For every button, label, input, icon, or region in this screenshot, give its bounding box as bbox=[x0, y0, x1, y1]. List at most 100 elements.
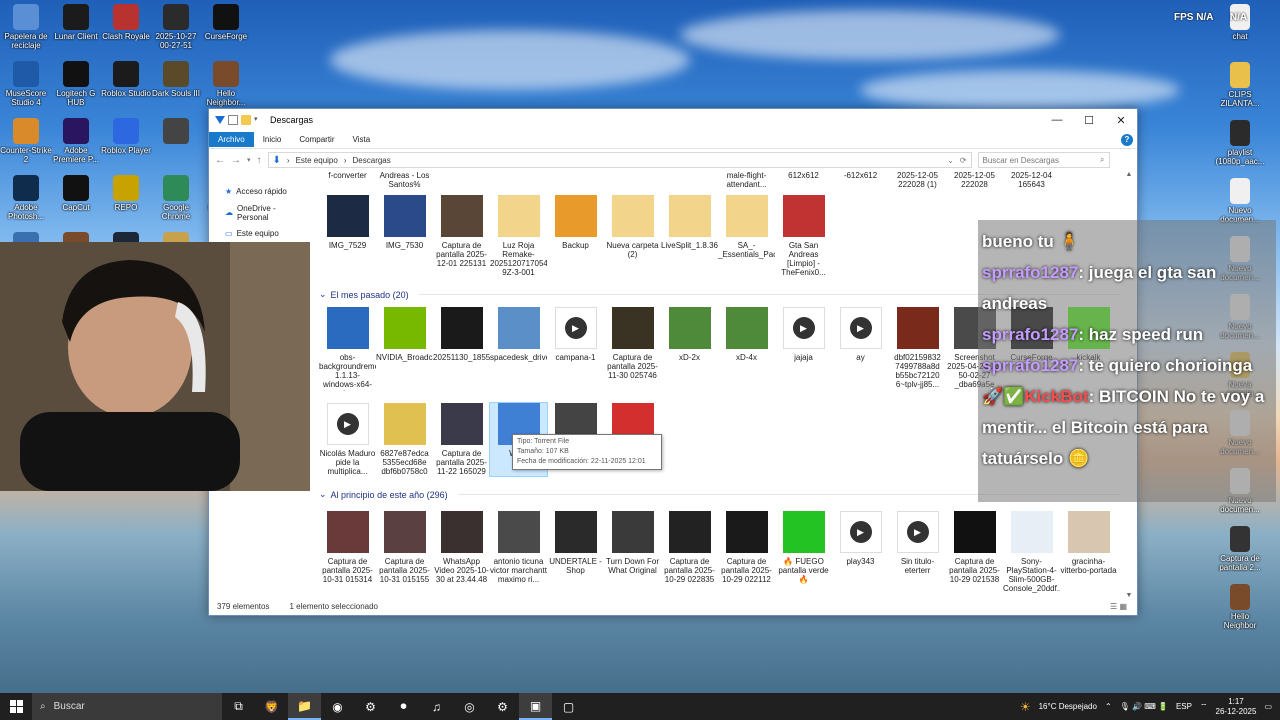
file-item[interactable]: Captura de pantalla 2025-12-01 225131 bbox=[433, 195, 490, 277]
file-item[interactable]: Captura de pantalla 2025-10-31 015155 bbox=[376, 511, 433, 593]
file-item-partial[interactable]: 2025-12-05 222028 (1) bbox=[889, 171, 946, 193]
tab-archivo[interactable]: Archivo bbox=[209, 132, 254, 147]
desktop-icon[interactable]: Dark Souls III bbox=[150, 61, 202, 98]
wifi-icon[interactable]: ⌔ bbox=[1200, 702, 1208, 712]
file-item[interactable]: WhatsApp Video 2025-10-30 at 23.44.48 bbox=[433, 511, 490, 593]
app-faded-icon[interactable]: ▢ bbox=[552, 693, 585, 720]
file-item[interactable]: obs-backgroundremoval-1.1.13-windows-x64… bbox=[319, 307, 376, 391]
view-toggle-icons[interactable]: ☰ ▦ bbox=[1110, 602, 1127, 611]
dropdown-icon[interactable]: ▾ bbox=[254, 115, 262, 125]
file-item[interactable]: Nueva carpeta (2) bbox=[604, 195, 661, 277]
new-folder-icon[interactable] bbox=[241, 115, 251, 125]
refresh-icon[interactable]: ⟳ bbox=[960, 156, 971, 165]
desktop-icon[interactable]: Counter-Strike 2 bbox=[0, 118, 52, 164]
desktop-icon[interactable]: CLIPS ZILANTA... bbox=[1214, 62, 1266, 108]
file-item[interactable]: IMG_7529 bbox=[319, 195, 376, 277]
file-item[interactable]: dbf02159832 7499788a8d b55bc72120 6~tplv… bbox=[889, 307, 946, 391]
desktop-icon[interactable] bbox=[150, 118, 202, 146]
file-item[interactable]: xD-4x bbox=[718, 307, 775, 391]
file-item[interactable]: UNDERTALE - Shop bbox=[547, 511, 604, 593]
file-item-partial[interactable] bbox=[433, 171, 490, 193]
help-icon[interactable]: ? bbox=[1121, 133, 1133, 146]
file-item[interactable]: SA_-_Essentials_Pack bbox=[718, 195, 775, 277]
file-item[interactable]: Captura de pantalla 2025-10-31 015314 bbox=[319, 511, 376, 593]
file-item[interactable]: Sony-PlayStation-4-Slim-500GB-Console_20… bbox=[1003, 511, 1060, 593]
clock[interactable]: 1:17 26-12-2025 bbox=[1216, 697, 1257, 717]
nav-item-acceso-rapido[interactable]: ★ Acceso rápido bbox=[209, 181, 309, 202]
file-item[interactable]: LiveSplit_1.8.36 bbox=[661, 195, 718, 277]
desktop-icon[interactable]: CurseForge bbox=[200, 4, 252, 41]
file-explorer-icon[interactable]: 📁 bbox=[288, 693, 321, 720]
language-indicator[interactable]: ESP bbox=[1176, 702, 1192, 711]
nav-item-este-equipo[interactable]: ▭ Este equipo bbox=[209, 223, 309, 244]
desktop-icon[interactable]: Logitech G HUB bbox=[50, 61, 102, 107]
file-item[interactable]: ▶ Sin titulo-eterterr bbox=[889, 511, 946, 593]
file-item[interactable]: ▶ Nicolás Maduro pide la multiplica... bbox=[319, 403, 376, 476]
file-item-partial[interactable]: 2025-12-05 222028 bbox=[946, 171, 1003, 193]
file-item[interactable]: 6827e87edca 5355ecd68e dbf6b0758c0 bbox=[376, 403, 433, 476]
desktop-icon[interactable]: Roblox Studio bbox=[100, 61, 152, 98]
file-item[interactable]: Backup bbox=[547, 195, 604, 277]
spotify-icon[interactable]: ♫ bbox=[420, 693, 453, 720]
file-item[interactable]: 🔥 FUEGO pantalla verde 🔥 bbox=[775, 511, 832, 593]
file-item[interactable]: Captura de pantalla 2025-10-29 021538 bbox=[946, 511, 1003, 593]
breadcrumb-este-equipo[interactable]: Este equipo bbox=[296, 156, 338, 165]
tab-inicio[interactable]: Inicio bbox=[254, 132, 291, 147]
file-item[interactable]: Captura de pantalla 2025-11-30 025746 bbox=[604, 307, 661, 391]
file-item[interactable]: Captura de pantalla 2025-11-22 165029 bbox=[433, 403, 490, 476]
desktop-icon[interactable]: CapCut bbox=[50, 175, 102, 212]
breadcrumb-descargas[interactable]: Descargas bbox=[353, 156, 391, 165]
taskbar-search[interactable]: ⌕ Buscar bbox=[32, 693, 222, 720]
task-view-icon[interactable]: ⧉ bbox=[222, 693, 255, 720]
close-button[interactable]: ✕ bbox=[1105, 109, 1137, 131]
file-item[interactable]: antonio ticuna victor marchantt maximo r… bbox=[490, 511, 547, 593]
maximize-button[interactable]: ☐ bbox=[1073, 109, 1105, 131]
file-item-partial[interactable] bbox=[490, 171, 547, 193]
chevron-down-icon[interactable]: ⌄ bbox=[947, 156, 954, 165]
file-item[interactable]: xD-2x bbox=[661, 307, 718, 391]
download-arrow-icon[interactable] bbox=[215, 116, 225, 124]
desktop-icon[interactable]: REPO bbox=[100, 175, 152, 212]
desktop-icon[interactable]: Google Chrome bbox=[150, 175, 202, 221]
file-item[interactable]: ▶ ay bbox=[832, 307, 889, 391]
file-item-partial[interactable]: Andreas - Los Santos% bbox=[376, 171, 433, 193]
tray-icons[interactable]: 🎙 🔊 ⌨ 🔋 bbox=[1120, 702, 1168, 711]
file-item[interactable]: 20251130_185535 bbox=[433, 307, 490, 391]
desktop-icon[interactable]: Captura de pantalla 2... bbox=[1214, 526, 1266, 572]
file-item-partial[interactable]: 2025-12-04 165643 bbox=[1003, 171, 1060, 193]
start-button[interactable] bbox=[0, 693, 32, 720]
file-item[interactable]: NVIDIA_Broadcast_v2.0.2.31240911 bbox=[376, 307, 433, 391]
address-bar[interactable]: ⬇ › Este equipo › Descargas ⌄ ⟳ bbox=[267, 152, 972, 168]
brave-icon[interactable]: 🦁 bbox=[255, 693, 288, 720]
desktop-icon[interactable]: Hello Neighbor... bbox=[200, 61, 252, 107]
recent-dropdown-icon[interactable]: ▾ bbox=[247, 156, 251, 164]
file-item-partial[interactable]: male-flight-attendant... bbox=[718, 171, 775, 193]
file-item[interactable]: Luz Roja Remake-202512071705411 9Z-3-001 bbox=[490, 195, 547, 277]
notifications-icon[interactable]: ▭ bbox=[1264, 702, 1272, 711]
desktop-icon[interactable]: Adobe Premiere P... bbox=[50, 118, 102, 164]
desktop-icon[interactable]: MuseScore Studio 4 bbox=[0, 61, 52, 107]
desktop-icon[interactable]: Hello Neighbor bbox=[1214, 584, 1266, 630]
nav-item-onedrive[interactable]: ☁ OneDrive - Personal bbox=[209, 202, 309, 223]
desktop-icon[interactable]: Nuevo documen... bbox=[1214, 178, 1266, 224]
tab-vista[interactable]: Vista bbox=[344, 132, 380, 147]
desktop-icon[interactable]: Adobe Photosh... bbox=[0, 175, 52, 221]
file-item-partial[interactable] bbox=[547, 171, 604, 193]
desktop-icon[interactable]: Lunar Client bbox=[50, 4, 102, 41]
file-item[interactable]: ▶ campana-1 bbox=[547, 307, 604, 391]
chevron-up-icon[interactable]: ⌃ bbox=[1105, 702, 1112, 711]
file-item[interactable]: spacedesk_driver_Win_10_64_v2211 bbox=[490, 307, 547, 391]
file-item[interactable]: Gta San Andreas [Limpio] - TheFenix0... bbox=[775, 195, 832, 277]
scroll-up-icon[interactable]: ▲ bbox=[1125, 171, 1133, 178]
app-icon[interactable]: ▣ bbox=[519, 693, 552, 720]
file-item[interactable]: ▶ play343 bbox=[832, 511, 889, 593]
file-item-partial[interactable] bbox=[604, 171, 661, 193]
weather-text[interactable]: 16°C Despejado bbox=[1039, 702, 1097, 711]
file-item[interactable]: Turn Down For What Original bbox=[604, 511, 661, 593]
chrome-icon[interactable]: ◎ bbox=[453, 693, 486, 720]
desktop-icon[interactable]: playlist (1080p_aac... bbox=[1214, 120, 1266, 166]
desktop-icon[interactable]: 2025-10-27 00-27-51 bbox=[150, 4, 202, 50]
search-input[interactable]: Buscar en Descargas ⌕ bbox=[977, 152, 1110, 168]
properties-icon[interactable] bbox=[228, 115, 238, 125]
minimize-button[interactable]: — bbox=[1041, 109, 1073, 131]
